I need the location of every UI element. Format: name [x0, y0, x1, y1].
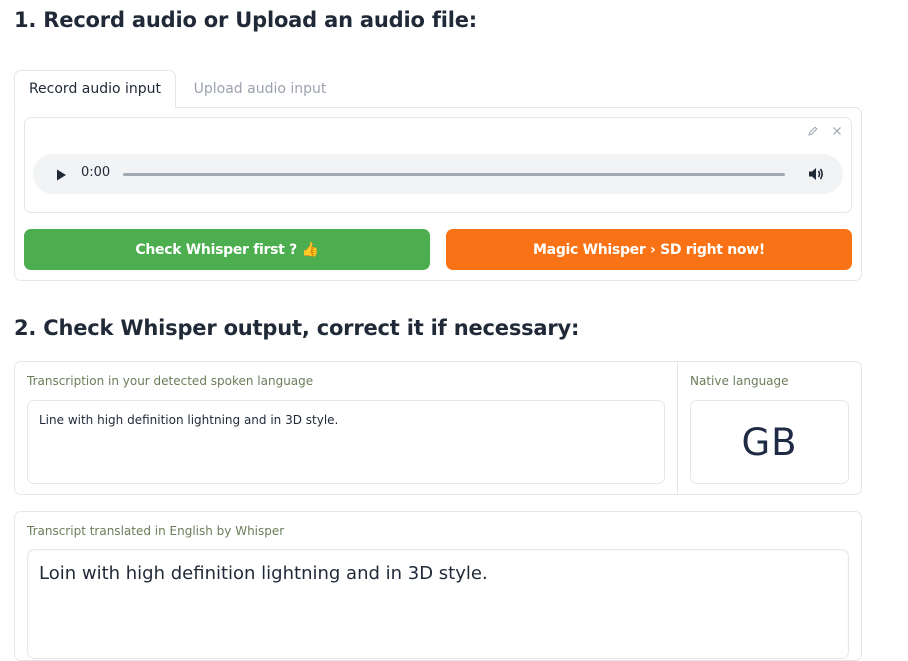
section2-title: 2. Check Whisper output, correct it if n…: [14, 316, 580, 340]
section1-title: 1. Record audio or Upload an audio file:: [14, 8, 477, 32]
audio-progress-track[interactable]: [123, 173, 785, 176]
audio-time: 0:00: [81, 165, 111, 180]
play-icon[interactable]: [54, 167, 68, 181]
close-icon[interactable]: [830, 124, 844, 138]
transcription-textarea[interactable]: Line with high definition lightning and …: [27, 400, 665, 484]
column-divider: [677, 362, 678, 494]
magic-whisper-button[interactable]: Magic Whisper › SD right now!: [446, 229, 852, 270]
check-whisper-button[interactable]: Check Whisper first ? 👍: [24, 229, 430, 270]
translation-label: Transcript translated in English by Whis…: [27, 524, 285, 538]
tab-upload-audio[interactable]: Upload audio input: [178, 70, 342, 108]
volume-icon[interactable]: [807, 165, 825, 183]
transcription-label: Transcription in your detected spoken la…: [27, 374, 314, 388]
pencil-icon[interactable]: [806, 124, 820, 138]
translation-textarea[interactable]: Loin with high definition lightning and …: [27, 549, 849, 659]
tab-record-audio[interactable]: Record audio input: [14, 70, 176, 108]
native-language-label: Native language: [690, 374, 789, 388]
audio-player[interactable]: 0:00: [33, 154, 843, 194]
native-language-field[interactable]: GB: [690, 400, 849, 484]
